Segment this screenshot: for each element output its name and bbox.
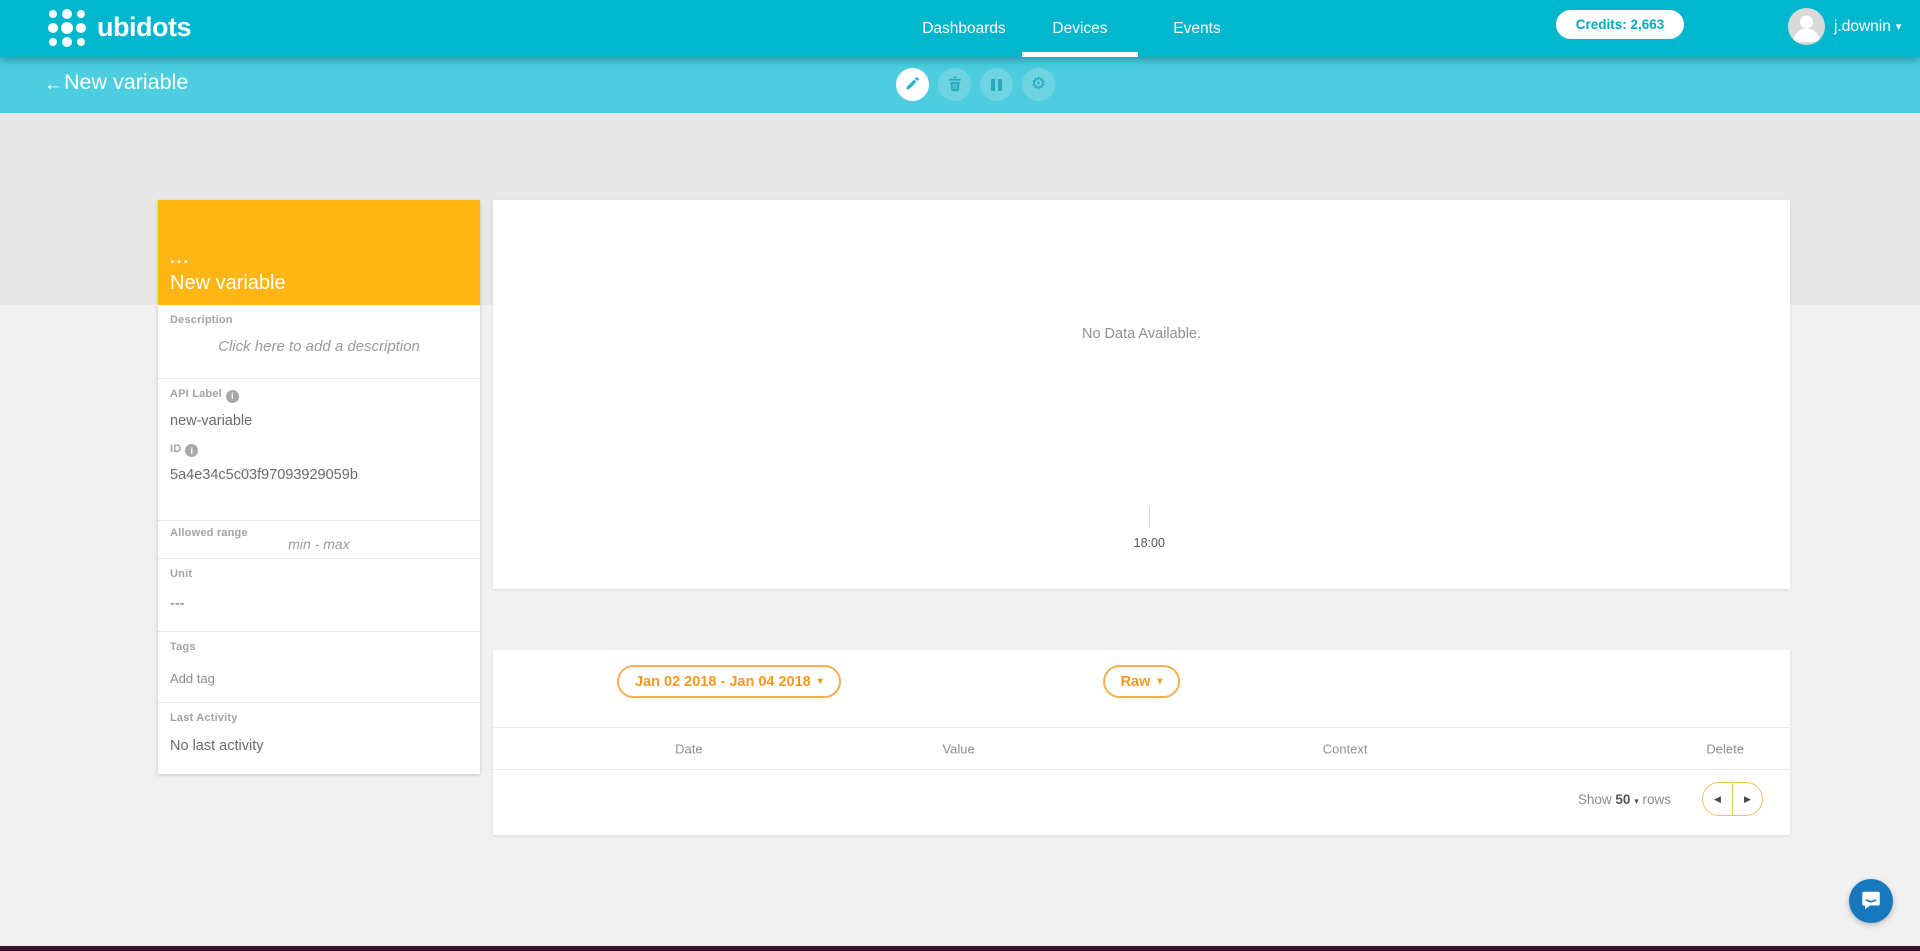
user-menu[interactable]: j.downin ▾ xyxy=(1788,8,1901,45)
arrow-right-icon: ▶ xyxy=(1744,794,1751,805)
variable-values-panel: Jan 02 2018 - Jan 04 2018 ▾ Raw ▾ Date V… xyxy=(493,650,1790,835)
user-avatar xyxy=(1788,8,1825,45)
variable-action-buttons: ⚙ xyxy=(896,68,1055,101)
page-title: New variable xyxy=(64,70,188,95)
nav-tab-devices[interactable]: Devices xyxy=(1052,0,1107,57)
pagination-control: ◀ ▶ xyxy=(1702,782,1763,816)
unit-value[interactable]: --- xyxy=(170,596,468,612)
settings-button[interactable]: ⚙ xyxy=(1022,68,1055,101)
trash-icon xyxy=(948,76,962,94)
info-icon[interactable]: i xyxy=(185,444,198,457)
variable-card-header: ... New variable xyxy=(158,200,480,305)
ubidots-logo-text: ubidots xyxy=(97,12,191,43)
rows-label: rows xyxy=(1642,792,1671,807)
aggregation-label: Raw xyxy=(1121,674,1151,690)
back-arrow-icon[interactable]: ← xyxy=(44,73,63,97)
chevron-down-icon: ▾ xyxy=(1896,20,1902,33)
pause-icon xyxy=(991,79,1002,91)
last-activity-section: Last Activity No last activity xyxy=(158,702,480,774)
page-root: ubidots Dashboards Devices Events Credit… xyxy=(0,0,1920,951)
tags-label: Tags xyxy=(170,641,468,653)
table-toolbar: Jan 02 2018 - Jan 04 2018 ▾ Raw ▾ xyxy=(493,650,1790,728)
column-header-context[interactable]: Context xyxy=(1323,741,1368,756)
ubidots-dots-icon xyxy=(46,7,87,48)
next-page-button[interactable]: ▶ xyxy=(1733,783,1762,815)
info-icon[interactable]: i xyxy=(226,390,239,403)
last-activity-label: Last Activity xyxy=(170,712,468,724)
date-range-label: Jan 02 2018 - Jan 04 2018 xyxy=(635,674,811,690)
api-id-section: API Label i new-variable ID i 5a4e34c5c03f… xyxy=(158,378,480,520)
no-data-message: No Data Available. xyxy=(493,326,1790,342)
date-range-dropdown[interactable]: Jan 02 2018 - Jan 04 2018 ▾ xyxy=(617,665,841,698)
chevron-down-icon: ▾ xyxy=(818,676,823,687)
chevron-down-icon: ▾ xyxy=(1634,796,1639,806)
chat-bubble-icon xyxy=(1860,889,1882,914)
x-axis-tick xyxy=(1149,506,1150,528)
api-label-text: API Label xyxy=(170,388,222,400)
top-navbar: ubidots Dashboards Devices Events Credit… xyxy=(0,0,1920,57)
chevron-down-icon: ▾ xyxy=(1157,676,1162,687)
api-label-value[interactable]: new-variable xyxy=(170,413,468,429)
pause-data-button[interactable] xyxy=(980,68,1013,101)
unit-label: Unit xyxy=(170,568,468,580)
table-header-row: Date Value Context Delete xyxy=(493,728,1790,770)
active-tab-underline xyxy=(1022,52,1138,57)
chat-launcher-button[interactable] xyxy=(1849,879,1893,923)
variable-chart-panel: No Data Available. 18:00 xyxy=(493,200,1790,589)
column-header-date[interactable]: Date xyxy=(675,741,702,756)
username-label: j.downin xyxy=(1834,18,1891,36)
rows-per-page-control: Show 50 ▾ rows xyxy=(1578,792,1671,807)
variable-id-value: 5a4e34c5c03f97093929059b xyxy=(170,467,468,483)
unit-section: Unit --- xyxy=(158,558,480,631)
id-label-text: ID xyxy=(170,443,181,455)
variable-subheader: ← New variable xyxy=(0,57,1920,113)
column-header-value[interactable]: Value xyxy=(942,741,974,756)
column-header-delete: Delete xyxy=(1706,741,1744,756)
x-axis-tick-label: 18:00 xyxy=(1134,536,1165,550)
rows-count-dropdown[interactable]: 50 xyxy=(1615,792,1630,807)
nav-tab-dashboards[interactable]: Dashboards xyxy=(922,0,1006,57)
aggregation-dropdown[interactable]: Raw ▾ xyxy=(1103,665,1181,698)
nav-tab-events[interactable]: Events xyxy=(1173,0,1220,57)
allowed-range-section: Allowed range min - max xyxy=(158,520,480,558)
description-label: Description xyxy=(170,314,468,326)
edit-button[interactable] xyxy=(896,68,929,101)
ubidots-logo[interactable]: ubidots xyxy=(46,7,191,48)
last-activity-value: No last activity xyxy=(170,738,468,754)
bottom-edge-bar xyxy=(0,946,1920,951)
table-footer: Show 50 ▾ rows ◀ ▶ xyxy=(493,770,1790,834)
id-label: ID i xyxy=(170,443,468,458)
variable-name[interactable]: New variable xyxy=(170,272,468,295)
arrow-left-icon: ◀ xyxy=(1714,794,1721,805)
credits-badge[interactable]: Credits: 2,663 xyxy=(1556,10,1684,39)
pencil-icon xyxy=(905,76,920,94)
description-placeholder[interactable]: Click here to add a description xyxy=(170,338,468,355)
delete-variable-button[interactable] xyxy=(938,68,971,101)
description-section: Description Click here to add a descript… xyxy=(158,305,480,378)
add-tag-field[interactable]: Add tag xyxy=(170,671,468,686)
api-label-label: API Label i xyxy=(170,388,468,403)
previous-page-button[interactable]: ◀ xyxy=(1703,783,1733,815)
variable-detail-card: ... New variable Description Click here … xyxy=(158,200,480,774)
card-options-icon[interactable]: ... xyxy=(170,253,468,263)
tags-section: Tags Add tag xyxy=(158,631,480,702)
gear-icon: ⚙ xyxy=(1031,76,1046,93)
show-label: Show xyxy=(1578,792,1612,807)
